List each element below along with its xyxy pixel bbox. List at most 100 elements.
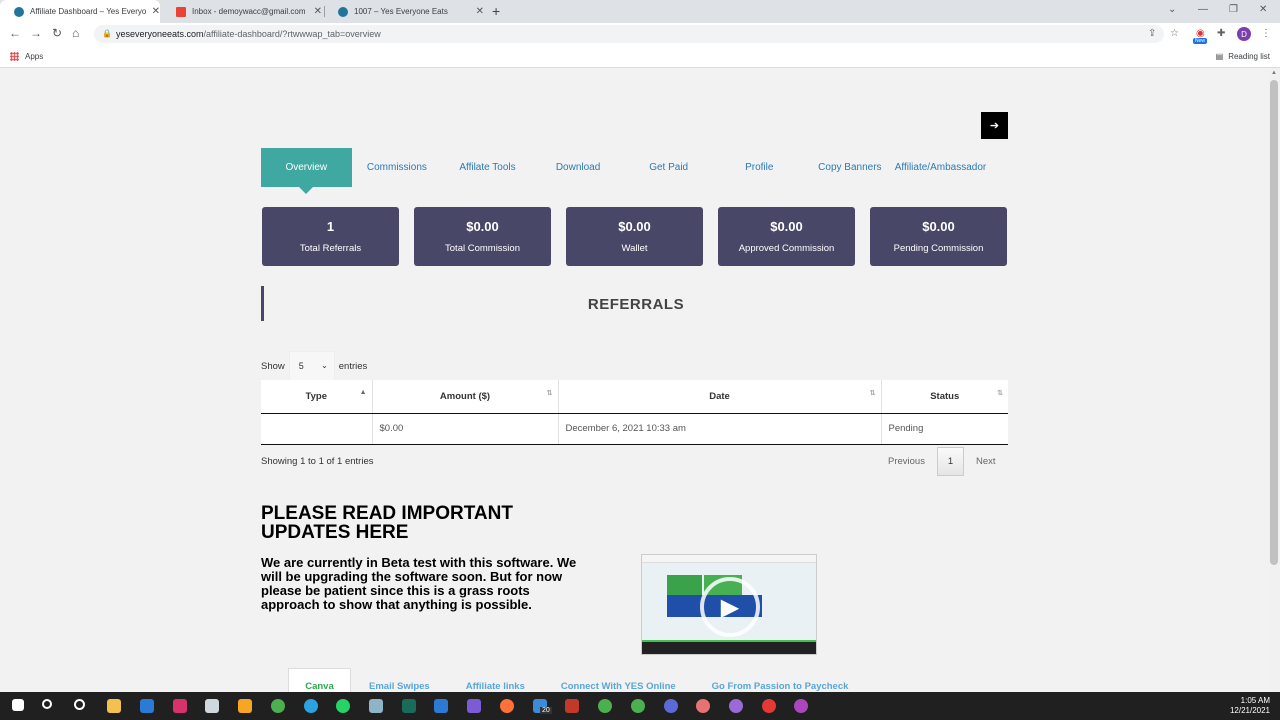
chrome-profile-icon[interactable] — [794, 699, 808, 713]
tools-subtabs: Canva Email Swipes Affiliate links Conne… — [288, 668, 866, 692]
windows-start-icon[interactable] — [12, 699, 24, 711]
video-thumbnail[interactable]: ▶ — [641, 554, 817, 655]
page-1-button[interactable]: 1 — [936, 447, 964, 476]
column-label: Type — [305, 390, 327, 402]
chrome-icon[interactable] — [271, 699, 285, 713]
subtab-go-from-passion-to-paycheck[interactable]: Go From Passion to Paycheck — [694, 668, 867, 692]
telegram-icon[interactable] — [304, 699, 318, 713]
subtab-connect-with-yes-online[interactable]: Connect With YES Online — [543, 668, 694, 692]
restore-icon[interactable]: ❐ — [1229, 4, 1238, 15]
stat-label: Wallet — [621, 243, 648, 254]
apps-grid-icon — [10, 52, 19, 61]
entries-select[interactable]: 5 ⌄ — [288, 351, 335, 381]
cell-date: December 6, 2021 10:33 am — [558, 413, 882, 445]
close-tab-icon[interactable]: ✕ — [476, 6, 484, 17]
tab-affiliate-ambassador[interactable]: Affiliate/Ambassador — [895, 148, 987, 187]
chrome-profile-icon[interactable] — [664, 699, 678, 713]
column-header-status[interactable]: Status ⇅ — [881, 380, 1008, 414]
instagram-icon[interactable] — [173, 699, 187, 713]
apps-bookmark[interactable]: Apps — [10, 52, 43, 61]
scrollbar-thumb[interactable] — [1270, 80, 1278, 565]
home-icon[interactable]: ⌂ — [72, 26, 79, 40]
paint-icon[interactable] — [238, 699, 252, 713]
page-scrollbar[interactable]: ▲ — [1268, 68, 1280, 692]
stat-value: $0.00 — [770, 219, 803, 234]
firefox-icon[interactable] — [500, 699, 514, 713]
cortana-icon[interactable] — [74, 699, 85, 710]
menu-kebab-icon[interactable]: ⋮ — [1261, 28, 1271, 39]
tab-overview[interactable]: Overview — [261, 148, 352, 194]
cell-status: Pending — [881, 413, 1008, 445]
close-window-icon[interactable]: ✕ — [1259, 4, 1267, 15]
tab-copy-banners[interactable]: Copy Banners — [805, 148, 896, 187]
subtab-email-swipes[interactable]: Email Swipes — [351, 668, 448, 692]
url-path: /affiliate-dashboard/?rtwwwap_tab=overvi… — [203, 29, 381, 39]
reload-icon[interactable]: ↻ — [52, 26, 62, 40]
profile-avatar[interactable]: D — [1237, 27, 1251, 41]
clock-time: 1:05 AM — [1240, 696, 1270, 705]
browser-tab-affiliate-dashboard[interactable]: Affiliate Dashboard – Yes Everyone Eats … — [0, 0, 160, 23]
puzzle-icon[interactable]: ✚ — [1217, 28, 1225, 39]
mail-icon[interactable] — [140, 699, 154, 713]
play-icon[interactable]: ▶ — [700, 577, 760, 637]
system-clock[interactable]: 1:05 AM 12/21/2021 — [1230, 696, 1270, 716]
chrome-icon[interactable] — [598, 699, 612, 713]
slack-icon[interactable] — [467, 699, 481, 713]
previous-page-button[interactable]: Previous — [876, 456, 937, 467]
column-header-amount[interactable]: Amount ($) ⇅ — [372, 380, 559, 414]
chrome-profile-icon[interactable] — [729, 699, 743, 713]
close-tab-icon[interactable]: ✕ — [314, 6, 322, 17]
browser-tab-1007[interactable]: 1007 – Yes Everyone Eats ✕ — [324, 0, 484, 23]
column-label: Amount ($) — [439, 390, 491, 402]
stat-card-pending-commission: $0.00 Pending Commission — [870, 207, 1007, 266]
tab-get-paid[interactable]: Get Paid — [623, 148, 714, 187]
tab-commissions[interactable]: Commissions — [352, 148, 443, 187]
referrals-heading: REFERRALS — [587, 296, 685, 313]
bookmark-star-icon[interactable]: ☆ — [1170, 28, 1179, 39]
chrome-profile-icon[interactable] — [762, 699, 776, 713]
sort-icon: ⇅ — [546, 390, 553, 397]
reading-list-button[interactable]: ▤ Reading list — [1216, 52, 1270, 61]
file-explorer-icon[interactable] — [107, 699, 121, 713]
browser-chrome: Affiliate Dashboard – Yes Everyone Eats … — [0, 0, 1280, 68]
tab-affiliate-tools[interactable]: Affilate Tools — [442, 148, 533, 187]
tab-download[interactable]: Download — [533, 148, 624, 187]
show-label: Show — [261, 360, 285, 372]
tab-search-icon[interactable]: ⌄ — [1168, 4, 1176, 15]
back-icon[interactable]: ← — [9, 26, 21, 40]
browser-tab-inbox[interactable]: Inbox - demoywacc@gmail.com ✕ — [162, 0, 322, 23]
dashboard-menu: Overview Commissions Affilate Tools Down… — [261, 148, 1008, 194]
column-header-type[interactable]: Type ▲ — [261, 380, 373, 414]
clock-date: 12/21/2021 — [1229, 706, 1270, 715]
address-bar[interactable]: 🔒 yeseveryoneeats.com/affiliate-dashboar… — [94, 25, 1164, 43]
share-icon[interactable]: ⇪ — [1148, 28, 1156, 39]
tab-profile[interactable]: Profile — [714, 148, 805, 187]
sort-icon: ⇅ — [997, 390, 1003, 397]
new-tab-button[interactable]: + — [492, 3, 500, 19]
stat-label: Pending Commission — [893, 243, 984, 254]
column-header-date[interactable]: Date ⇅ — [558, 380, 882, 414]
logout-button[interactable]: ➔ — [981, 112, 1008, 139]
subtab-affiliate-links[interactable]: Affiliate links — [448, 668, 543, 692]
subtab-canva[interactable]: Canva — [288, 668, 351, 692]
calculator-icon[interactable] — [205, 699, 219, 713]
video-frame-footer — [642, 642, 816, 654]
stat-label: Total Commission — [445, 243, 520, 254]
next-page-button[interactable]: Next — [964, 456, 1008, 467]
chrome-icon[interactable] — [631, 699, 645, 713]
app-icon[interactable] — [565, 699, 579, 713]
entries-select-value: 5 — [298, 361, 304, 371]
app-icon[interactable] — [369, 699, 383, 713]
chrome-profile-icon[interactable] — [696, 699, 710, 713]
stat-label: Approved Commission — [738, 243, 835, 254]
app-icon[interactable] — [402, 699, 416, 713]
minimize-icon[interactable]: — — [1198, 4, 1208, 15]
search-icon[interactable] — [42, 699, 52, 709]
calendar-icon[interactable] — [434, 699, 448, 713]
scroll-up-icon[interactable]: ▲ — [1271, 70, 1277, 76]
whatsapp-icon[interactable] — [336, 699, 350, 713]
close-tab-icon[interactable]: ✕ — [152, 6, 160, 17]
forward-icon[interactable]: → — [30, 26, 42, 40]
url-host: yeseveryoneeats.com — [116, 29, 204, 39]
apps-label: Apps — [25, 52, 44, 61]
